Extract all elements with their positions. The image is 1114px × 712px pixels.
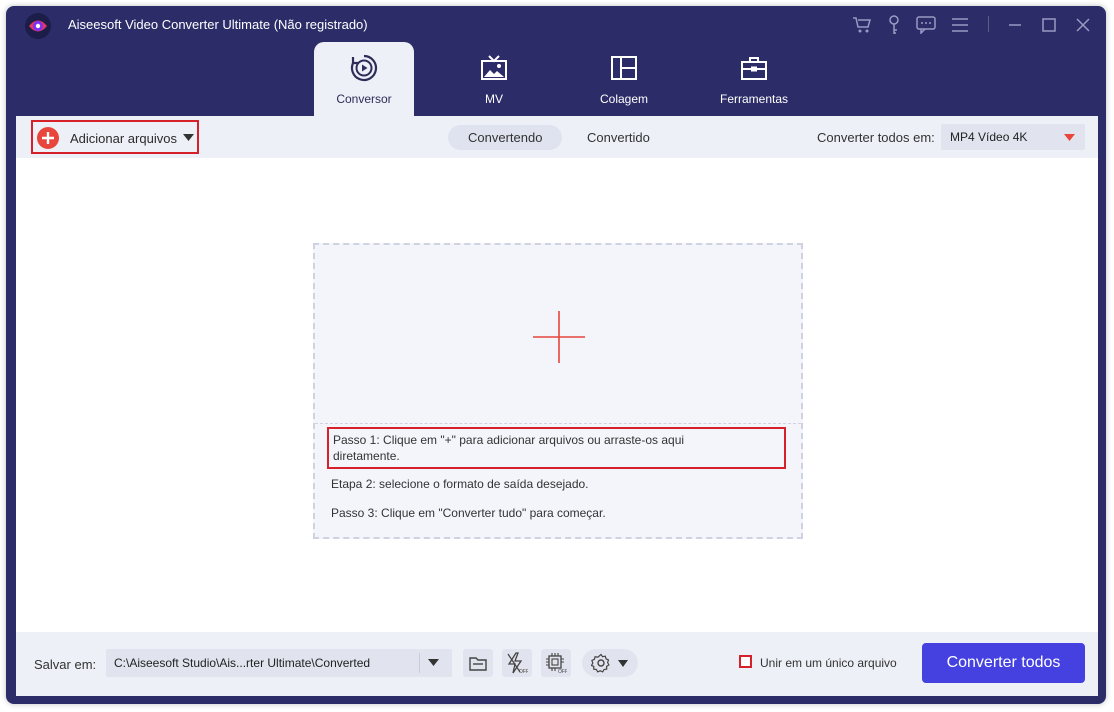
chevron-down-icon[interactable] xyxy=(183,134,194,142)
tab-collage[interactable]: Colagem xyxy=(574,42,674,116)
segment-converting[interactable]: Convertendo xyxy=(448,125,563,150)
step2-text: Etapa 2: selecione o formato de saída de… xyxy=(331,477,589,491)
cart-icon[interactable] xyxy=(851,14,873,36)
output-format-select[interactable]: MP4 Vídeo 4K xyxy=(941,124,1085,150)
hardware-accel-button[interactable]: OFF xyxy=(502,649,532,677)
merge-checkbox[interactable] xyxy=(739,655,752,668)
minimize-icon[interactable] xyxy=(1004,14,1026,36)
tab-mv[interactable]: MV xyxy=(444,42,544,116)
tv-icon xyxy=(481,55,507,80)
close-icon[interactable] xyxy=(1072,14,1094,36)
save-path-value: C:\Aiseesoft Studio\Ais...rter Ultimate\… xyxy=(114,656,371,670)
toolbox-icon xyxy=(741,57,767,80)
add-files-label: Adicionar arquivos xyxy=(70,131,177,146)
tab-label: Ferramentas xyxy=(719,92,789,106)
drop-zone-divider xyxy=(315,423,801,424)
converter-icon xyxy=(350,54,378,82)
convert-all-button[interactable]: Converter todos xyxy=(922,643,1085,683)
feedback-icon[interactable] xyxy=(915,14,937,36)
chevron-down-icon[interactable] xyxy=(428,659,439,667)
output-format-value: MP4 Vídeo 4K xyxy=(950,130,1028,144)
segment-converted[interactable]: Convertido xyxy=(567,125,670,150)
menu-icon[interactable] xyxy=(949,14,971,36)
merge-label: Unir em um único arquivo xyxy=(760,656,897,670)
tab-label: MV xyxy=(485,92,503,106)
gpu-accel-button[interactable]: OFF xyxy=(541,649,571,677)
step3-text: Passo 3: Clique em "Converter tudo" para… xyxy=(331,506,606,520)
collage-icon xyxy=(611,56,637,80)
lightning-off-icon: OFF xyxy=(507,652,528,674)
titlebar-separator xyxy=(988,16,989,32)
converter-panel: Adicionar arquivos Convertendo Convertid… xyxy=(16,116,1098,696)
title-bar: Aiseesoft Video Converter Ultimate (Não … xyxy=(6,6,1106,42)
toolbar: Adicionar arquivos Convertendo Convertid… xyxy=(16,116,1098,158)
svg-text:OFF: OFF xyxy=(519,669,528,674)
step1-text: Passo 1: Clique em "+" para adicionar ar… xyxy=(333,433,685,463)
add-icon xyxy=(37,127,59,149)
chevron-down-icon xyxy=(1064,134,1075,141)
chevron-down-icon xyxy=(618,660,628,667)
tab-converter[interactable]: Conversor xyxy=(314,42,414,116)
settings-button[interactable] xyxy=(582,649,638,677)
app-title: Aiseesoft Video Converter Ultimate (Não … xyxy=(68,17,368,32)
path-separator xyxy=(419,653,420,673)
bottom-bar: Salvar em: C:\Aiseesoft Studio\Ais...rte… xyxy=(16,632,1098,696)
tab-tools[interactable]: Ferramentas xyxy=(704,42,804,116)
tab-label: Conversor xyxy=(336,92,392,106)
maximize-icon[interactable] xyxy=(1038,14,1060,36)
file-drop-zone[interactable]: Passo 1: Clique em "+" para adicionar ar… xyxy=(313,243,803,539)
save-to-label: Salvar em: xyxy=(34,657,97,672)
gear-icon xyxy=(591,653,610,673)
step1-highlight: Passo 1: Clique em "+" para adicionar ar… xyxy=(327,427,786,469)
key-icon[interactable] xyxy=(883,14,905,36)
app-logo xyxy=(25,13,51,39)
tab-label: Colagem xyxy=(599,92,649,106)
add-files-button[interactable]: Adicionar arquivos xyxy=(31,120,199,154)
folder-icon xyxy=(469,656,487,671)
app-window: Aiseesoft Video Converter Ultimate (Não … xyxy=(6,6,1106,704)
convert-all-to-label: Converter todos em: xyxy=(817,130,935,145)
add-file-plus-icon[interactable] xyxy=(533,311,585,363)
open-folder-button[interactable] xyxy=(463,649,493,677)
svg-text:OFF: OFF xyxy=(558,669,567,674)
save-path-select[interactable]: C:\Aiseesoft Studio\Ais...rter Ultimate\… xyxy=(106,649,452,677)
cpu-off-icon: OFF xyxy=(546,653,567,674)
